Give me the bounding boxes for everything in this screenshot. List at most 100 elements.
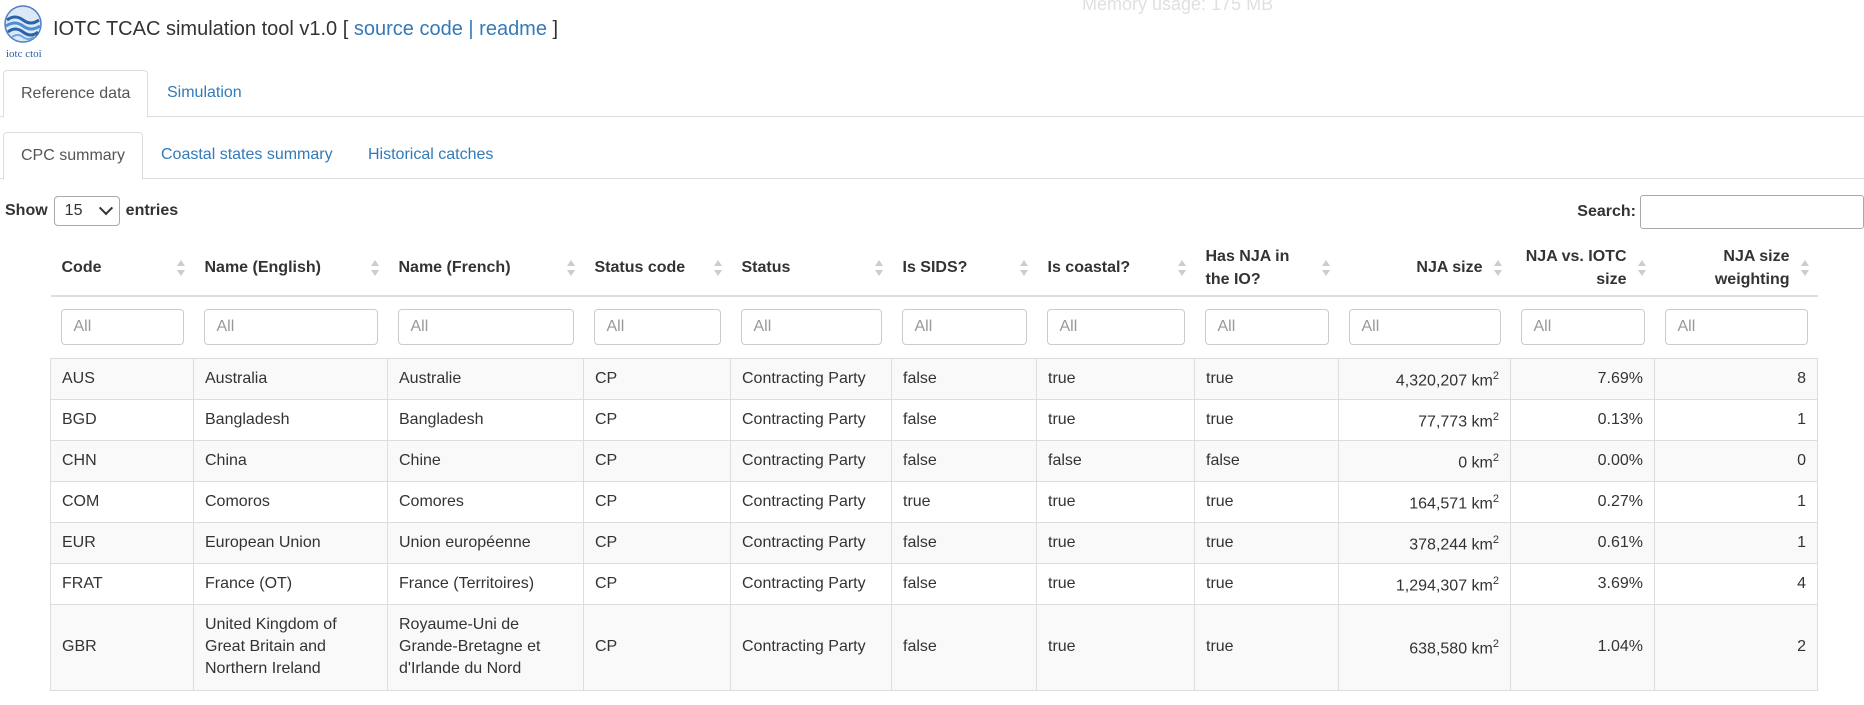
column-header-name-english[interactable]: Name (English): [193, 240, 388, 297]
cell-nja-weighting: 1: [1654, 521, 1818, 564]
column-header-nja-size[interactable]: NJA size: [1338, 240, 1511, 297]
source-code-link[interactable]: source code: [354, 18, 463, 40]
cell-nja-size: 378,244 km2: [1338, 521, 1511, 564]
page-length-control: Show 15 entries: [5, 196, 178, 226]
cell-is-sids: false: [891, 357, 1037, 400]
cpc-summary-table: Code Name (English) Name (French) Status…: [50, 240, 1818, 691]
table-row[interactable]: BGD Bangladesh Bangladesh CP Contracting…: [50, 398, 1818, 441]
column-header-status[interactable]: Status: [730, 240, 892, 297]
column-header-code[interactable]: Code: [50, 240, 194, 297]
cell-name-english: United Kingdom of Great Britain and Nort…: [193, 603, 388, 691]
filter-input-nja-weighting[interactable]: All: [1664, 309, 1808, 346]
tab-reference-data[interactable]: Reference data: [3, 70, 149, 118]
cell-status: Contracting Party: [730, 521, 892, 564]
cell-nja-weighting: 1: [1654, 480, 1818, 523]
main-tabs: Reference data Simulation: [0, 70, 1864, 118]
tab-simulation[interactable]: Simulation: [150, 70, 259, 115]
cell-nja-weighting: 4: [1654, 562, 1818, 605]
link-separator: |: [468, 18, 474, 40]
cell-is-coastal: true: [1036, 357, 1195, 400]
table-row[interactable]: AUS Australia Australie CP Contracting P…: [50, 357, 1818, 400]
cell-nja-vs-iotc: 7.69%: [1510, 357, 1655, 400]
cell-code: GBR: [50, 603, 194, 691]
cell-code: COM: [50, 480, 194, 523]
cell-has-nja: false: [1194, 439, 1339, 482]
filter-input-name-french[interactable]: All: [397, 309, 574, 346]
cell-is-sids: false: [891, 562, 1037, 605]
bracket-open: [: [342, 18, 349, 40]
cell-name-french: Union européenne: [387, 521, 584, 564]
cell-name-french: Comores: [387, 480, 584, 523]
column-header-is-sids[interactable]: Is SIDS?: [891, 240, 1037, 297]
cell-name-english: Comoros: [193, 480, 388, 523]
filter-input-status[interactable]: All: [740, 309, 882, 346]
table-search: Search:: [1577, 195, 1864, 229]
header-row: Code Name (English) Name (French) Status…: [50, 240, 1818, 297]
cell-status: Contracting Party: [730, 357, 892, 400]
cell-status-code: CP: [583, 562, 731, 605]
search-input[interactable]: [1640, 195, 1864, 229]
table-row[interactable]: COM Comoros Comores CP Contracting Party…: [50, 480, 1818, 523]
cell-nja-vs-iotc: 1.04%: [1510, 603, 1655, 691]
column-header-is-coastal[interactable]: Is coastal?: [1036, 240, 1195, 297]
cell-nja-vs-iotc: 0.27%: [1510, 480, 1655, 523]
cell-status-code: CP: [583, 439, 731, 482]
column-header-has-nja[interactable]: Has NJA in the IO?: [1194, 240, 1339, 297]
cell-nja-vs-iotc: 0.61%: [1510, 521, 1655, 564]
cell-status: Contracting Party: [730, 480, 892, 523]
filter-input-is-sids[interactable]: All: [901, 309, 1027, 346]
tab-historical-catches[interactable]: Historical catches: [351, 132, 510, 177]
sort-icon: [176, 259, 185, 276]
iotc-logo: iotc ctoi: [3, 4, 47, 60]
filter-input-nja-size[interactable]: All: [1348, 309, 1501, 346]
memory-usage-text: Memory usage: 175 MB: [1082, 0, 1274, 14]
cell-nja-weighting: 8: [1654, 357, 1818, 400]
cell-code: FRAT: [50, 562, 194, 605]
bracket-close: ]: [552, 18, 559, 40]
cell-status-code: CP: [583, 357, 731, 400]
filter-input-status-code[interactable]: All: [593, 309, 721, 346]
sort-icon: [1019, 259, 1028, 276]
cell-code: BGD: [50, 398, 194, 441]
app-title: IOTC TCAC simulation tool v1.0 [ source …: [53, 18, 558, 41]
filter-input-code[interactable]: All: [60, 309, 184, 346]
cell-is-sids: false: [891, 439, 1037, 482]
cell-name-french: Royaume-Uni de Grande-Bretagne et d'Irla…: [387, 603, 584, 691]
cell-status: Contracting Party: [730, 562, 892, 605]
table-row[interactable]: GBR United Kingdom of Great Britain and …: [50, 603, 1818, 691]
cell-is-coastal: true: [1036, 480, 1195, 523]
filter-input-name-english[interactable]: All: [203, 309, 378, 346]
cell-is-coastal: false: [1036, 439, 1195, 482]
app-header: iotc ctoi IOTC TCAC simulation tool v1.0…: [3, 4, 558, 60]
sort-icon: [1321, 259, 1330, 276]
cell-has-nja: true: [1194, 480, 1339, 523]
cell-is-coastal: true: [1036, 562, 1195, 605]
filter-input-has-nja[interactable]: All: [1204, 309, 1329, 346]
cell-code: CHN: [50, 439, 194, 482]
column-header-nja-vs-iotc[interactable]: NJA vs. IOTC size: [1510, 240, 1655, 297]
filter-input-nja-vs-iotc[interactable]: All: [1520, 309, 1645, 346]
cell-code: EUR: [50, 521, 194, 564]
readme-link[interactable]: readme: [479, 18, 547, 40]
table-row[interactable]: CHN China Chine CP Contracting Party fal…: [50, 439, 1818, 482]
entries-select[interactable]: 15: [53, 196, 120, 226]
table-row[interactable]: FRAT France (OT) France (Territoires) CP…: [50, 562, 1818, 605]
column-header-name-french[interactable]: Name (French): [387, 240, 584, 297]
chevron-down-icon: [98, 201, 113, 216]
cell-status-code: CP: [583, 480, 731, 523]
filter-input-is-coastal[interactable]: All: [1046, 309, 1185, 346]
entries-label: entries: [125, 202, 179, 219]
table-row[interactable]: EUR European Union Union européenne CP C…: [50, 521, 1818, 564]
column-header-status-code[interactable]: Status code: [583, 240, 731, 297]
sort-icon: [1800, 259, 1809, 276]
cell-nja-size: 4,320,207 km2: [1338, 357, 1511, 400]
entries-value: 15: [64, 202, 83, 219]
cell-name-french: Bangladesh: [387, 398, 584, 441]
cell-nja-vs-iotc: 0.00%: [1510, 439, 1655, 482]
cell-nja-size: 1,294,307 km2: [1338, 562, 1511, 605]
column-header-nja-weighting[interactable]: NJA size weighting: [1654, 240, 1818, 297]
tab-cpc-summary[interactable]: CPC summary: [3, 132, 144, 180]
cell-nja-vs-iotc: 3.69%: [1510, 562, 1655, 605]
sort-icon: [566, 259, 575, 276]
tab-coastal-states-summary[interactable]: Coastal states summary: [144, 132, 350, 177]
